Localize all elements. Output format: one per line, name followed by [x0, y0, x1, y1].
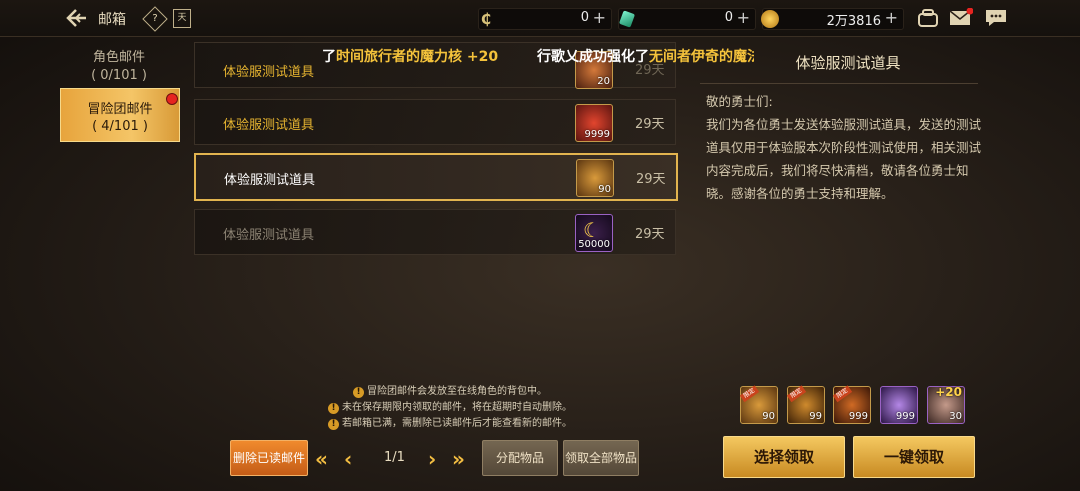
tab-adventure-mail[interactable]: 冒险团邮件 ( 4/101 )	[60, 88, 180, 142]
unread-dot-icon	[166, 93, 178, 105]
delete-read-button[interactable]: 删除已读邮件	[230, 440, 308, 476]
mail-item-icon: 9999	[575, 104, 613, 142]
green-crystal-icon	[618, 10, 636, 28]
warning-icon: !	[328, 403, 339, 414]
next-page-icon[interactable]: ›	[428, 447, 436, 471]
tab-adventure-mail-label: 冒险团邮件	[87, 102, 153, 117]
tab-character-mail-label: 角色邮件	[92, 50, 145, 65]
last-page-icon[interactable]: »	[452, 447, 465, 471]
mail-detail-body: 敬的勇士们: 我们为各位勇士发送体验服测试道具，发送的测试道具仅用于体验服本次阶…	[706, 90, 992, 205]
attachment-item[interactable]: +20 30	[927, 385, 965, 424]
back-arrow-icon[interactable]	[66, 8, 88, 28]
broadcast-ticker: 了时间旅行者的魔力核 +20 行歌乂成功强化了无间者伊奇的魔法	[322, 49, 754, 65]
first-page-icon[interactable]: «	[315, 447, 328, 471]
mail-item-icon: ☾ 50000	[575, 214, 613, 252]
warning-icon: !	[353, 387, 364, 398]
mail-days: 29天	[635, 227, 665, 242]
currency-c-value: 0	[580, 10, 589, 25]
notice-line: ! 未在保存期限内领取的邮件，将在超期时自动删除。	[300, 400, 600, 416]
mail-subject: 体验服测试道具	[223, 228, 315, 243]
currency-c-display: ₵ 0 +	[478, 8, 612, 30]
mail-days: 29天	[635, 117, 665, 132]
page-indicator: 1/1	[384, 450, 405, 465]
currency-gold-value: 2万3816	[826, 14, 881, 29]
one-click-claim-button[interactable]: 一键领取	[853, 436, 975, 478]
attachment-item[interactable]: 999	[880, 386, 918, 424]
distribute-items-button[interactable]: 分配物品	[482, 440, 558, 476]
mail-subject: 体验服测试道具	[223, 65, 315, 80]
prev-page-icon[interactable]: ‹	[344, 447, 352, 471]
detail-divider	[700, 83, 978, 84]
detail-greeting: 敬的勇士们:	[706, 94, 773, 109]
mail-row-read[interactable]: 体验服测试道具 ☾ 50000 29天	[194, 209, 676, 255]
chat-icon[interactable]	[984, 8, 1008, 28]
attachment-item[interactable]: 限定 999	[832, 385, 871, 424]
notice-line: ! 若邮箱已满，需删除已读邮件后才能查看新的邮件。	[300, 416, 600, 432]
warning-icon: !	[328, 419, 339, 430]
mail-subject: 体验服测试道具	[223, 118, 315, 133]
calendar-icon[interactable]: 天	[173, 9, 191, 28]
mail-days: 29天	[636, 172, 666, 187]
add-currency-c-button[interactable]: +	[593, 8, 606, 27]
tab-adventure-mail-count: ( 4/101 )	[92, 119, 148, 134]
mail-row-selected[interactable]: 体验服测试道具 90 29天	[194, 153, 678, 201]
add-gold-button[interactable]: +	[885, 8, 898, 27]
detail-text: 我们为各位勇士发送体验服测试道具，发送的测试道具仅用于体验服本次阶段性测试使用，…	[706, 117, 982, 201]
top-bar: 邮箱 ? 天 ₵ 0 + 0 + 2万3816 +	[0, 0, 1080, 37]
mail-notices: ! 冒险团邮件会发放至在线角色的背包中。 ! 未在保存期限内领取的邮件，将在超期时自…	[300, 384, 600, 432]
gold-coin-icon	[761, 10, 779, 28]
notice-line: ! 冒险团邮件会发放至在线角色的背包中。	[300, 384, 600, 400]
attachment-item[interactable]: 限定 90	[739, 385, 778, 424]
currency-crystal-value: 0	[724, 10, 733, 25]
help-icon[interactable]: ?	[142, 6, 168, 32]
currency-gold-display: 2万3816 +	[761, 8, 904, 30]
mail-row[interactable]: 体验服测试道具 9999 29天	[194, 99, 676, 145]
tab-character-mail[interactable]: 角色邮件 ( 0/101 )	[60, 46, 178, 86]
currency-crystal-display: 0 +	[618, 8, 756, 30]
coin-c-icon: ₵	[480, 10, 492, 28]
select-claim-button[interactable]: 选择领取	[723, 436, 845, 478]
mail-icon[interactable]	[949, 8, 973, 28]
mail-detail-title: 体验服测试道具	[795, 54, 901, 72]
tab-character-mail-count: ( 0/101 )	[91, 68, 147, 83]
mail-item-icon: 90	[576, 159, 614, 197]
attachment-item[interactable]: 限定 99	[786, 385, 825, 424]
mail-subject: 体验服测试道具	[224, 173, 316, 188]
pouch-icon[interactable]	[916, 8, 940, 28]
page-title: 邮箱	[98, 12, 126, 28]
add-crystal-button[interactable]: +	[737, 8, 750, 27]
claim-all-items-button[interactable]: 领取全部物品	[563, 440, 639, 476]
